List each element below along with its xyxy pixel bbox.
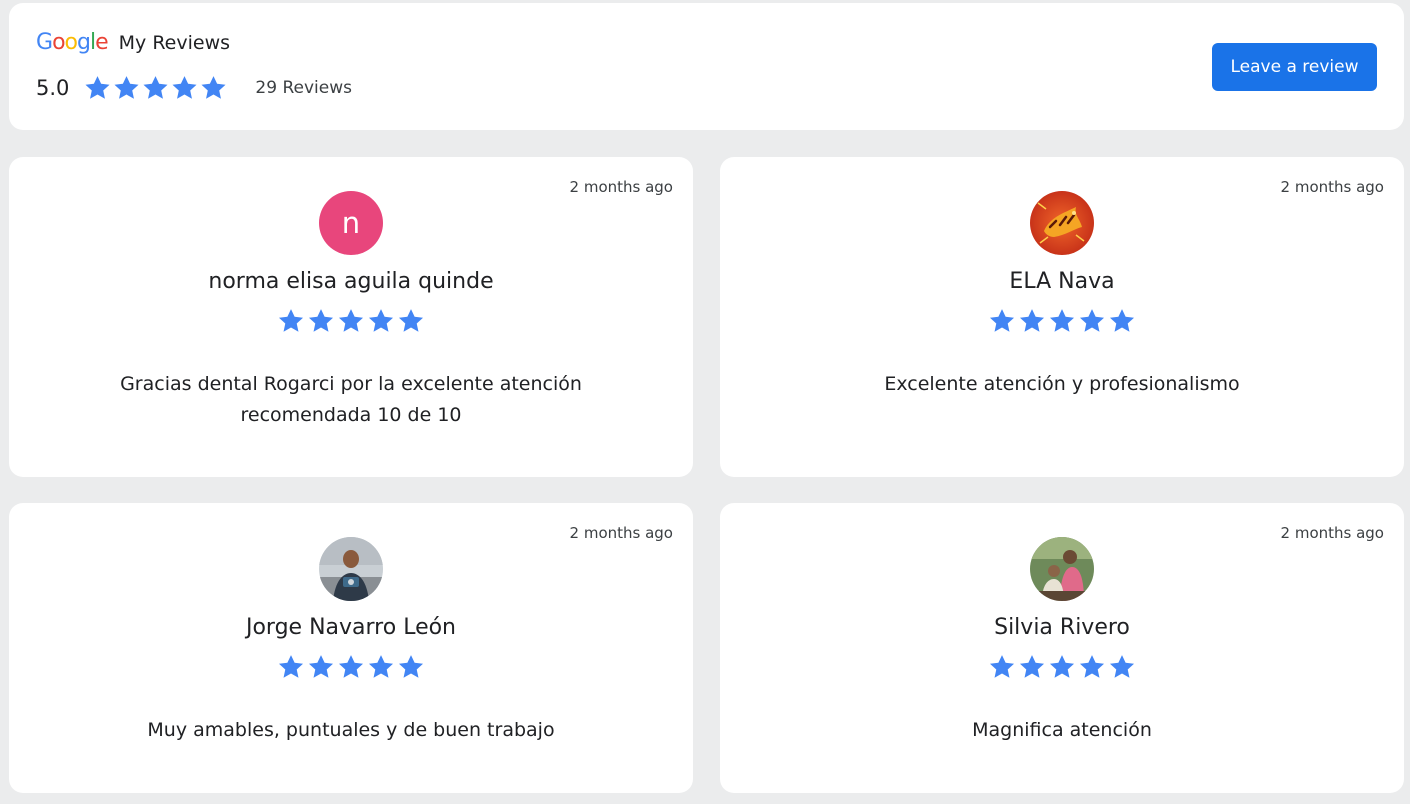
- star-icon: [201, 76, 226, 99]
- leave-review-button[interactable]: Leave a review: [1212, 43, 1377, 91]
- review-card: 2 months ago Jorge Navarro León Muy amab…: [9, 503, 693, 793]
- google-logo: Google: [36, 30, 109, 55]
- star-icon: [368, 655, 394, 678]
- tiger-artwork-avatar: [1030, 191, 1094, 255]
- review-stars: [987, 653, 1137, 681]
- overall-stars: [83, 74, 228, 102]
- review-text: Excelente atención y profesionalismo: [884, 373, 1240, 395]
- star-icon: [398, 655, 424, 678]
- star-icon: [1019, 655, 1045, 678]
- star-icon: [338, 309, 364, 332]
- review-count: 29 Reviews: [255, 78, 352, 98]
- star-icon: [1079, 655, 1105, 678]
- star-icon: [1079, 309, 1105, 332]
- overall-rating: 5.0 29 Reviews: [36, 74, 352, 102]
- review-text: Magnifica atención: [972, 719, 1152, 741]
- review-stars: [987, 307, 1137, 335]
- group-photo-avatar: [1030, 537, 1094, 601]
- reviews-grid: 2 months ago n norma elisa aguila quinde…: [9, 157, 1404, 793]
- star-icon: [308, 309, 334, 332]
- review-stars: [276, 307, 426, 335]
- reviewer-name: Jorge Navarro León: [245, 615, 457, 640]
- rating-value: 5.0: [36, 76, 70, 100]
- star-icon: [278, 309, 304, 332]
- star-icon: [368, 309, 394, 332]
- star-icon: [85, 76, 110, 99]
- avatar: n: [319, 191, 383, 255]
- avatar: [319, 537, 383, 601]
- star-icon: [989, 655, 1015, 678]
- star-icon: [308, 655, 334, 678]
- review-card: 2 months ago Silvia Rivero Magnifica ate…: [720, 503, 1404, 793]
- page-title: My Reviews: [118, 32, 231, 54]
- star-icon: [989, 309, 1015, 332]
- reviewer-name: ELA Nava: [1009, 269, 1115, 294]
- star-icon: [172, 76, 197, 99]
- review-card: 2 months ago n norma elisa aguila quinde…: [9, 157, 693, 477]
- star-icon: [1049, 655, 1075, 678]
- review-text: Gracias dental Rogarci por la excelente …: [120, 373, 582, 426]
- review-card: 2 months ago ELA Nava Excelente atención…: [720, 157, 1404, 477]
- star-icon: [143, 76, 168, 99]
- reviewer-name: Silvia Rivero: [994, 615, 1130, 640]
- review-stars: [276, 653, 426, 681]
- brand-row: Google My Reviews: [36, 30, 230, 55]
- star-icon: [338, 655, 364, 678]
- star-icon: [114, 76, 139, 99]
- reviewer-name: norma elisa aguila quinde: [208, 269, 494, 294]
- star-icon: [1109, 655, 1135, 678]
- review-text: Muy amables, puntuales y de buen trabajo: [147, 719, 555, 741]
- person-photo-avatar: [319, 537, 383, 601]
- avatar: [1030, 537, 1094, 601]
- star-icon: [398, 309, 424, 332]
- star-icon: [1109, 309, 1135, 332]
- star-icon: [278, 655, 304, 678]
- avatar: [1030, 191, 1094, 255]
- star-icon: [1019, 309, 1045, 332]
- reviews-header: Google My Reviews 5.0 29 Reviews Leave a…: [9, 3, 1404, 130]
- star-icon: [1049, 309, 1075, 332]
